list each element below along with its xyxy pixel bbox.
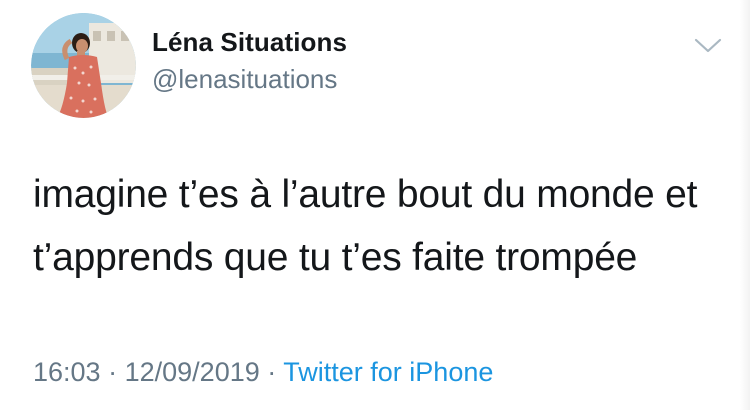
tweet-text-line: t’apprends que tu t’es faite trompée [33,236,638,279]
username-handle[interactable]: @lenasituations [152,64,337,95]
display-name[interactable]: Léna Situations [152,27,347,58]
tweet-date[interactable]: 12/09/2019 [125,357,260,387]
tweet-card: Léna Situations @lenasituations imagine … [0,0,750,410]
avatar[interactable] [31,13,136,118]
meta-separator: · [267,357,277,387]
tweet-source-link[interactable]: Twitter for iPhone [283,357,493,387]
profile-photo-icon [31,13,136,118]
meta-separator: · [108,357,118,387]
tweet-time: 16:03 [33,357,101,387]
tweet-meta: 16:03 · 12/09/2019 · Twitter for iPhone [33,357,493,388]
tweet-text-line: imagine t’es à l’autre bout du monde et [33,173,698,216]
edge-shadow [740,0,750,410]
chevron-down-icon[interactable] [692,34,724,58]
tweet-text: imagine t’es à l’autre bout du monde et … [33,163,733,289]
